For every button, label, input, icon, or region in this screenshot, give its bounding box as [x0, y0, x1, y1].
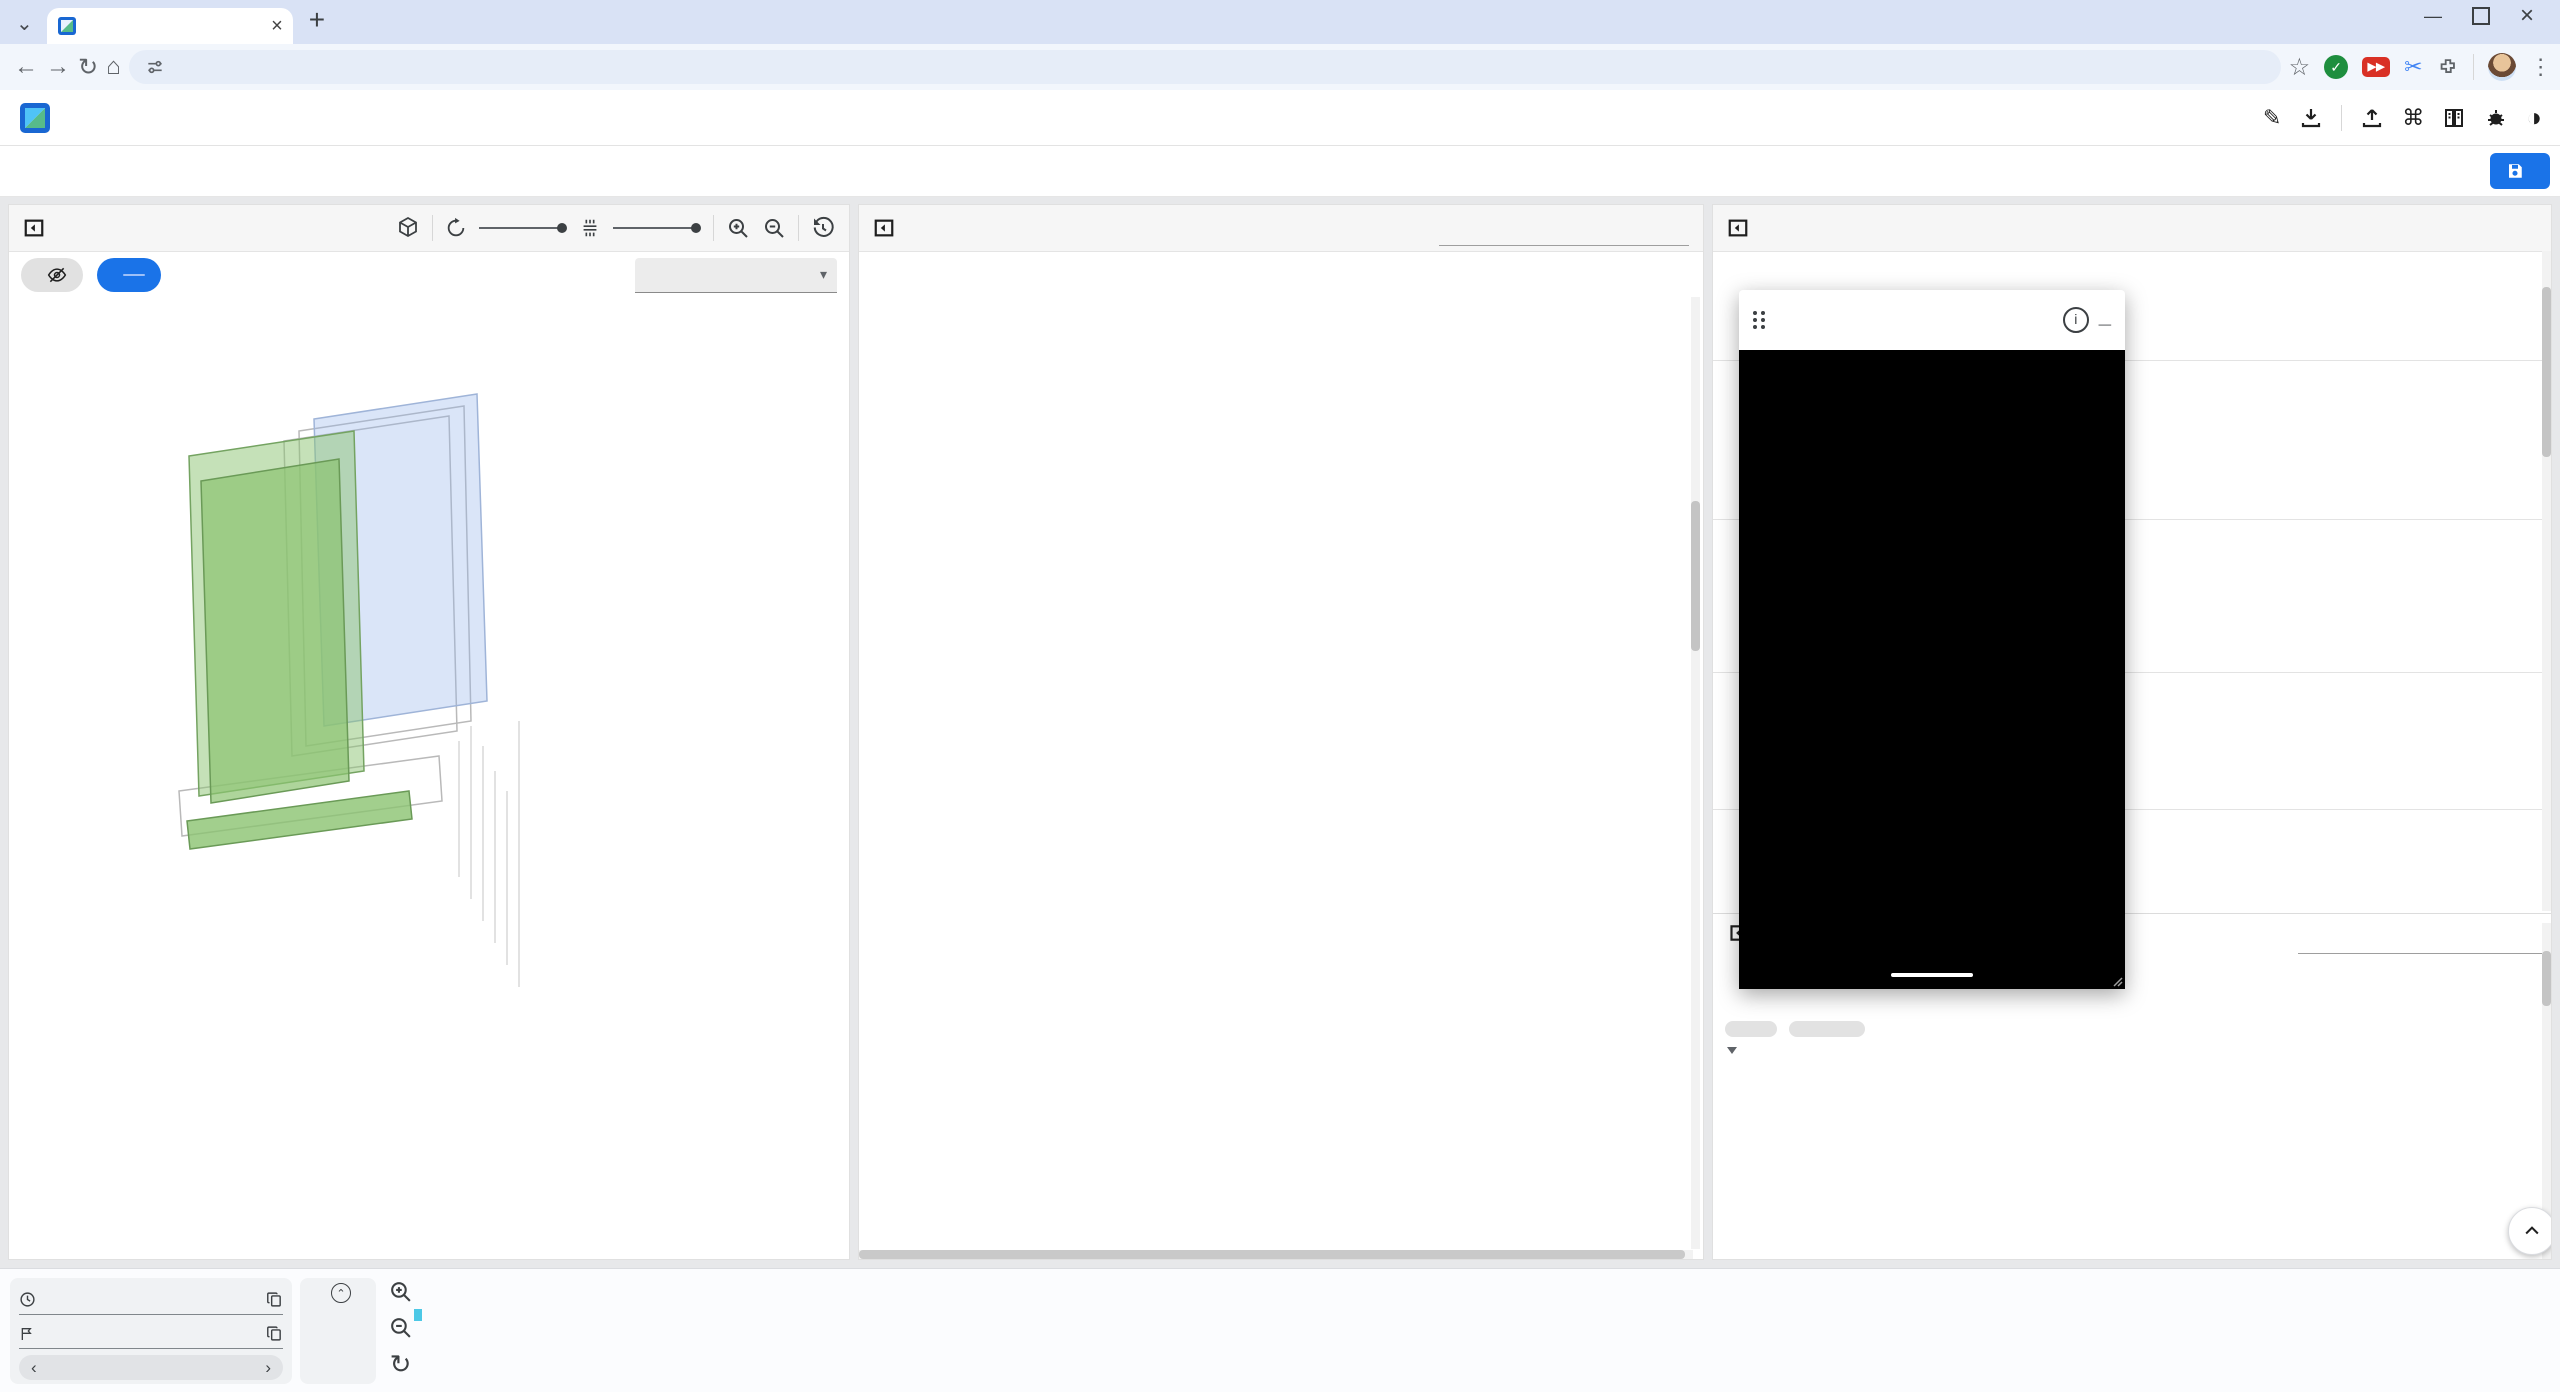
properties-panel: i _ — [1712, 204, 2552, 1260]
ns-time-field[interactable] — [19, 1319, 283, 1349]
eye-off-icon — [47, 265, 67, 285]
screen-preview — [1739, 350, 2125, 989]
extension-green-icon[interactable]: ✓ — [2324, 55, 2348, 79]
hierarchy-search-input[interactable] — [1439, 211, 1689, 246]
rotation-icon[interactable] — [445, 217, 467, 239]
winscope-logo — [18, 101, 52, 135]
extensions-puzzle-icon[interactable] — [2437, 56, 2459, 78]
zoom-out-icon[interactable] — [762, 216, 786, 240]
timeline: ‹ › ⌃ ↻ — [0, 1268, 2560, 1392]
collapse-filter-icon[interactable]: ⌃ — [331, 1283, 351, 1303]
back-icon[interactable]: ← — [14, 53, 38, 81]
curated-root-row[interactable] — [1727, 1047, 1745, 1054]
browser-tab-strip: ⌄ × + — × — [0, 0, 2560, 44]
timeline-reset-zoom-icon[interactable]: ↻ — [390, 1351, 412, 1377]
edit-pencil-icon[interactable]: ✎ — [2263, 105, 2281, 131]
hierarchy-scrollbar[interactable] — [1691, 501, 1700, 651]
scissors-extension-icon[interactable]: ✂ — [2404, 54, 2422, 80]
spacing-slider[interactable] — [613, 223, 701, 233]
layers-panel: ▾ — [8, 204, 850, 1260]
filter-presets-button[interactable] — [2490, 153, 2550, 189]
extension-red-icon[interactable]: ▶▶ — [2362, 57, 2390, 77]
displays-select[interactable]: ▾ — [635, 258, 837, 293]
home-icon[interactable]: ⌂ — [106, 53, 121, 81]
minimize-icon[interactable]: _ — [2099, 303, 2111, 329]
tab-search-chevron-icon[interactable]: ⌄ — [16, 14, 33, 34]
clock-icon — [19, 1291, 36, 1308]
timeline-zoom-out-icon[interactable] — [388, 1315, 413, 1340]
show-only-visible-chip[interactable] — [97, 258, 161, 292]
copy-icon[interactable] — [266, 1325, 283, 1342]
home-indicator — [1891, 973, 1973, 977]
app-header: ✎ ⌘ ◑ — [0, 90, 2560, 146]
timeline-tracks-canvas[interactable] — [434, 1269, 2560, 1392]
panel-collapse-icon[interactable] — [1727, 217, 1749, 239]
browser-toolbar: ← → ↻ ⌂ ☆ ✓ ▶▶ ✂ ⋮ — [0, 44, 2560, 90]
3d-view-cube-icon[interactable] — [396, 216, 420, 240]
curated-search-input[interactable] — [2298, 919, 2551, 954]
address-bar[interactable] — [129, 50, 2281, 84]
panel-collapse-icon[interactable] — [23, 217, 45, 239]
window-minimize-icon[interactable]: — — [2424, 6, 2442, 27]
bookmark-star-icon[interactable]: ☆ — [2289, 53, 2311, 82]
timeline-filter-card: ⌃ — [300, 1278, 376, 1384]
screen-preview-window[interactable]: i _ — [1739, 290, 2125, 989]
panel-collapse-icon[interactable] — [873, 217, 895, 239]
dark-mode-toggle-icon[interactable]: ◑ — [2526, 102, 2542, 133]
tune-icon[interactable] — [145, 57, 165, 77]
human-time-field[interactable] — [19, 1285, 283, 1315]
report-bug-icon[interactable] — [2484, 106, 2508, 130]
documentation-book-icon[interactable] — [2442, 106, 2466, 130]
flag-icon — [19, 1326, 35, 1342]
collapse-timeline-button[interactable] — [2508, 1207, 2552, 1255]
next-entry-button[interactable]: › — [265, 1358, 271, 1378]
hierarchy-tree — [859, 297, 1695, 1249]
browser-menu-icon[interactable]: ⋮ — [2530, 54, 2552, 80]
shortcuts-command-icon[interactable]: ⌘ — [2402, 105, 2424, 131]
timeline-zoom-in-icon[interactable] — [388, 1279, 413, 1304]
window-close-icon[interactable]: × — [2520, 2, 2534, 30]
covered-chip-fragment — [1789, 1021, 1865, 1037]
reload-icon[interactable]: ↻ — [78, 53, 98, 82]
winscope-favicon — [57, 16, 77, 36]
window-maximize-icon[interactable] — [2472, 7, 2490, 25]
copy-icon[interactable] — [266, 1291, 283, 1308]
new-tab-button[interactable]: + — [309, 4, 325, 36]
visible-badge — [123, 274, 145, 276]
forward-icon[interactable]: → — [46, 53, 70, 81]
hierarchy-hscrollbar[interactable] — [859, 1250, 1685, 1259]
reset-view-history-icon[interactable] — [811, 216, 835, 240]
covered-chip-fragment — [1725, 1021, 1777, 1037]
browser-tab[interactable]: × — [47, 8, 293, 44]
spacing-icon — [579, 217, 601, 239]
rotation-slider[interactable] — [479, 223, 567, 233]
tab-close-icon[interactable]: × — [271, 15, 283, 38]
layers-3d-canvas[interactable] — [9, 301, 849, 1257]
layer-sheet-green-small — [201, 459, 349, 803]
upload-icon[interactable] — [2360, 106, 2384, 130]
trace-view-tabs — [0, 146, 2560, 197]
timeline-time-card: ‹ › — [10, 1278, 292, 1384]
prev-entry-button[interactable]: ‹ — [31, 1358, 37, 1378]
drag-handle-icon[interactable] — [1753, 311, 1766, 329]
zoom-in-icon[interactable] — [726, 216, 750, 240]
save-preset-icon — [2506, 162, 2524, 180]
download-icon[interactable] — [2299, 106, 2323, 130]
properties-scrollbar[interactable] — [2542, 287, 2551, 457]
hierarchy-panel — [858, 204, 1704, 1260]
profile-avatar[interactable] — [2488, 53, 2516, 81]
timeline-edge-tick — [414, 1309, 422, 1321]
resize-handle-icon[interactable] — [2109, 973, 2123, 987]
curated-scrollbar[interactable] — [2542, 951, 2551, 1006]
winscope-app: ⌄ × + — × ← → ↻ ⌂ ☆ ✓ ▶▶ ✂ ⋮ — [0, 0, 2560, 1392]
ignore-chip[interactable] — [21, 258, 83, 292]
layer-stack-drawing — [9, 301, 849, 1015]
info-icon[interactable]: i — [2063, 307, 2089, 333]
